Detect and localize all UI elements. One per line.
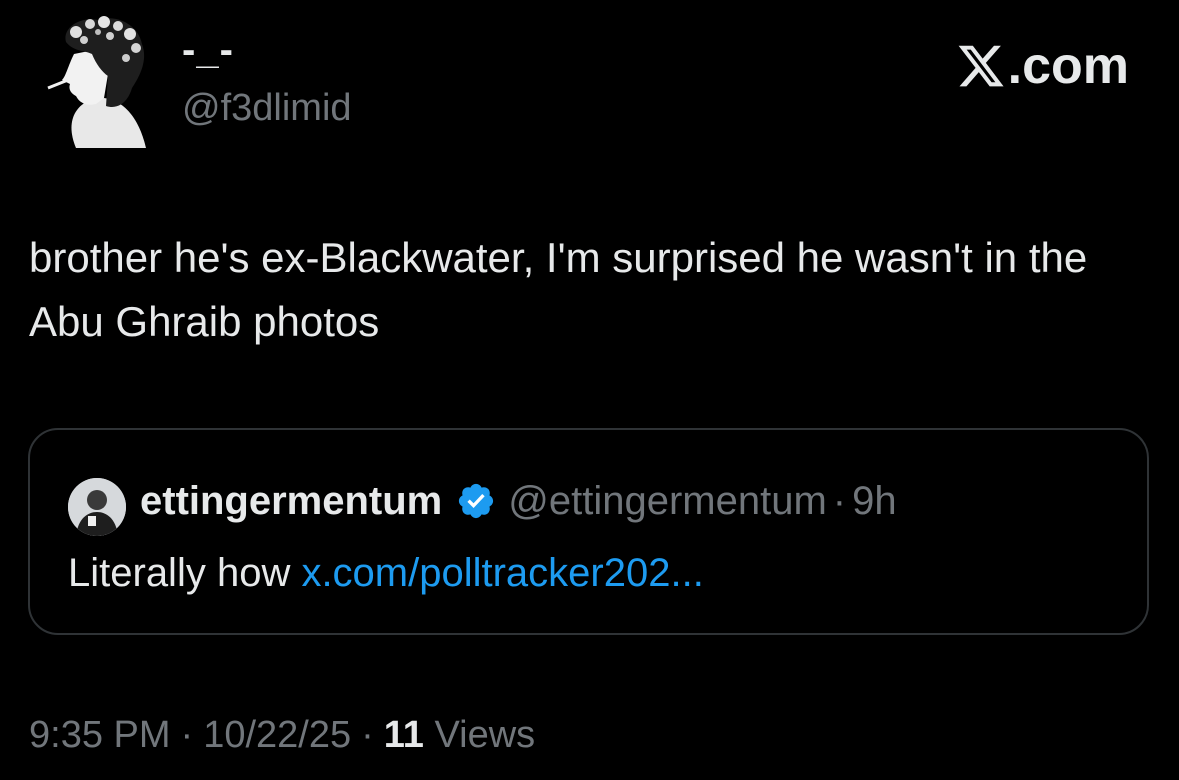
views-label[interactable]: Views <box>435 714 536 756</box>
quoted-tweet-card[interactable]: ettingermentum @ettingermentum · 9h Lite… <box>28 428 1149 635</box>
verified-badge-icon <box>459 483 494 519</box>
quoted-display-name[interactable]: ettingermentum <box>140 479 442 524</box>
x-com-brand: .com <box>956 38 1129 94</box>
tweet-date[interactable]: 10/22/25 <box>203 714 351 756</box>
brand-label: .com <box>1007 37 1129 95</box>
x-logo-icon <box>958 45 1004 87</box>
tweet-time[interactable]: 9:35 PM <box>29 714 171 756</box>
quoted-author-avatar[interactable] <box>68 478 126 536</box>
author-display-name[interactable]: -_- <box>182 28 234 72</box>
meta-separator: · <box>361 714 374 756</box>
quoted-body-link[interactable]: x.com/polltracker202... <box>301 551 703 595</box>
quoted-tweet-header: ettingermentum @ettingermentum · 9h <box>140 476 897 526</box>
quoted-tweet-body: Literally how x.com/polltracker202... <box>68 548 704 598</box>
tweet-text: brother he's ex-Blackwater, I'm surprise… <box>29 234 1088 345</box>
person-avatar-icon <box>68 478 126 536</box>
silhouette-avatar-icon <box>47 16 146 148</box>
views-count[interactable]: 11 <box>384 714 424 756</box>
author-avatar[interactable] <box>46 14 152 148</box>
quoted-body-text: Literally how <box>68 551 302 595</box>
header-separator: · <box>832 478 847 523</box>
tweet-meta: 9:35 PM · 10/22/25 · 11 Views <box>29 710 535 760</box>
meta-separator: · <box>180 714 194 756</box>
author-handle[interactable]: @f3dlimid <box>182 86 352 130</box>
quoted-handle[interactable]: @ettingermentum <box>508 479 827 524</box>
quoted-timestamp[interactable]: 9h <box>852 479 897 524</box>
